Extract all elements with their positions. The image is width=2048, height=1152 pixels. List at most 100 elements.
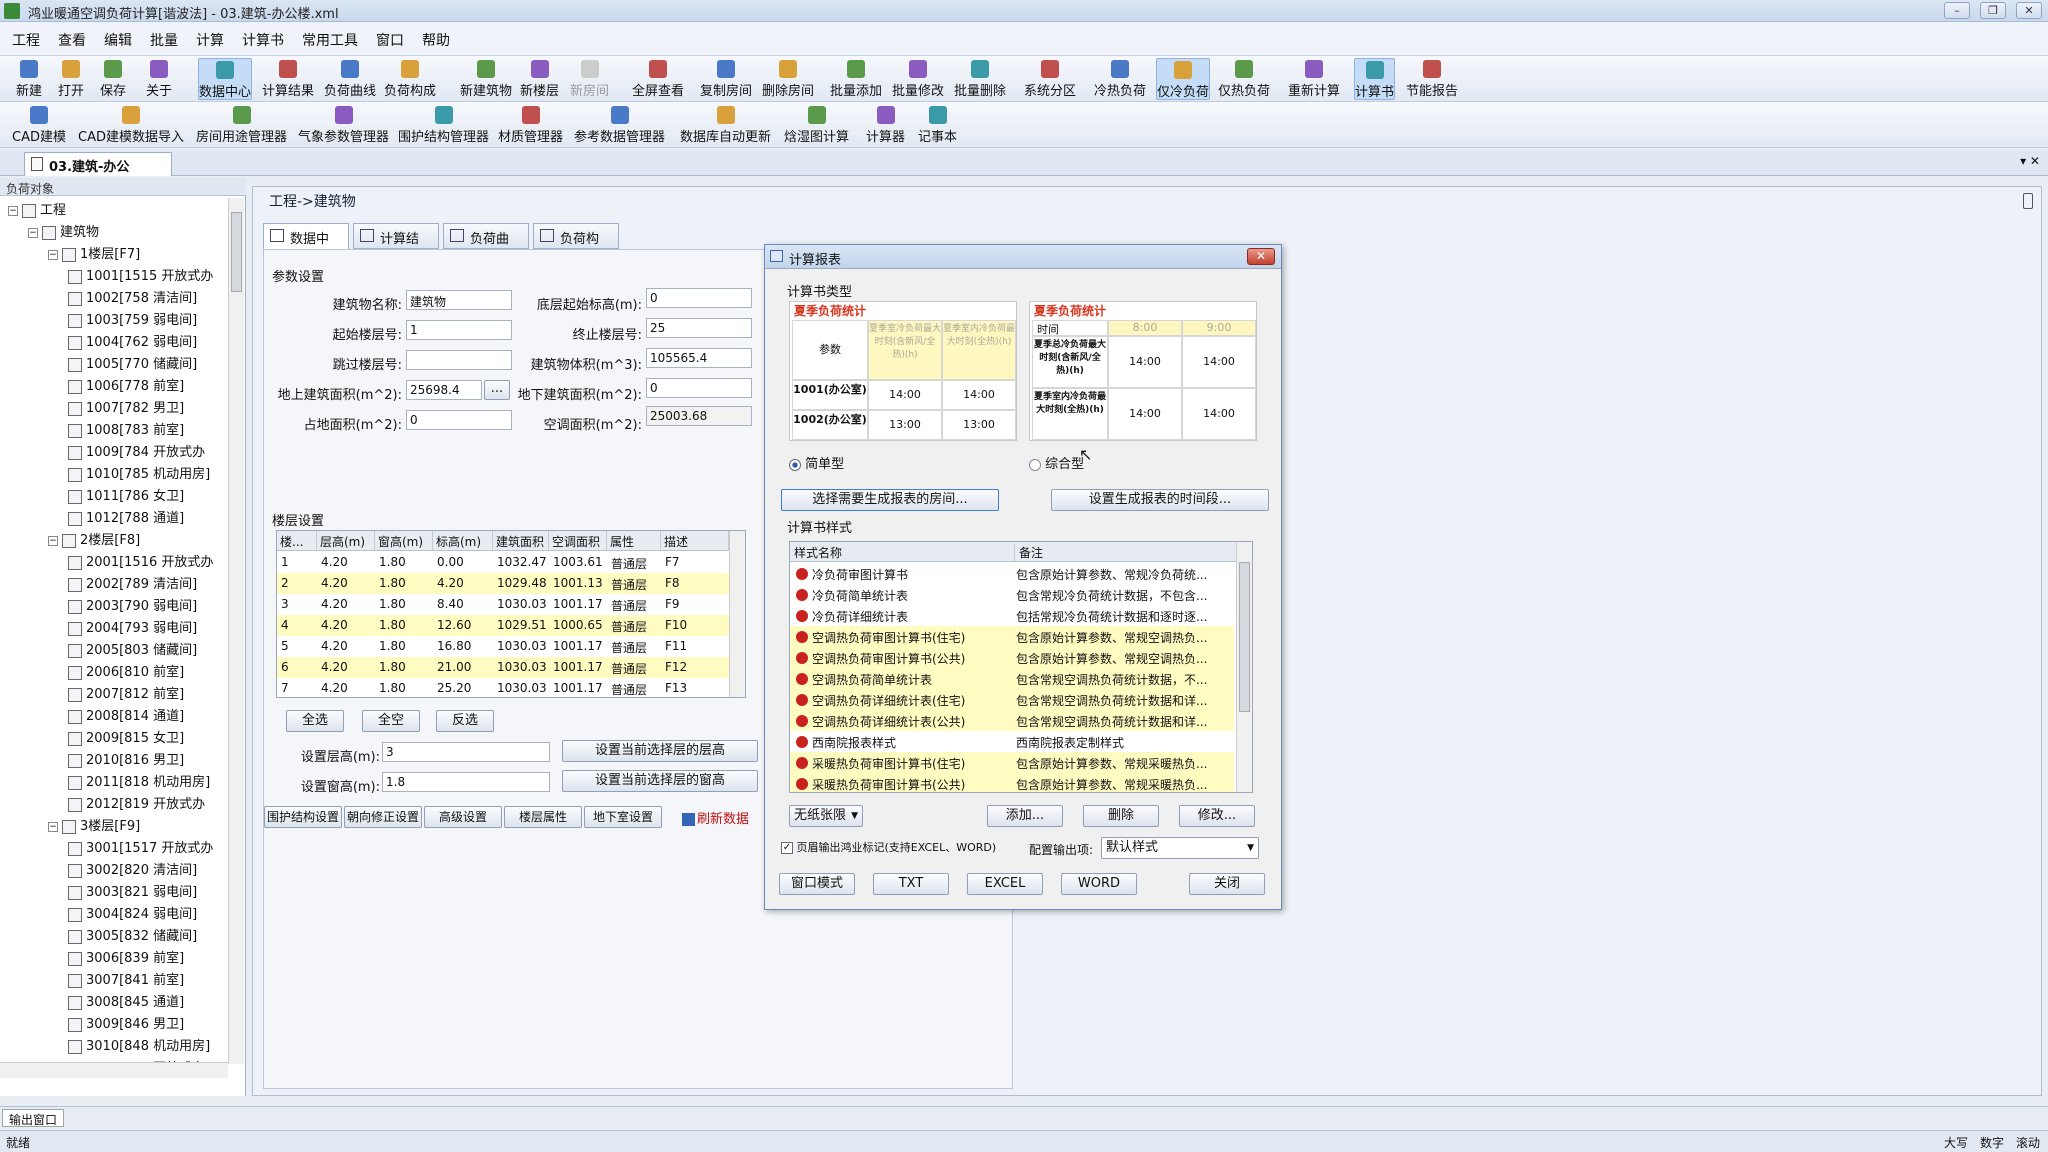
export-word-button[interactable]: WORD <box>1061 873 1137 895</box>
collapse-icon[interactable]: − <box>48 249 58 260</box>
select-all-button[interactable]: 全选 <box>286 710 344 732</box>
floor-row[interactable]: 4 4.20 1.80 12.60 1029.51 1000.65 普通层 F10 <box>277 615 729 636</box>
toolbar2-button-2[interactable]: 房间用途管理器 <box>196 104 287 146</box>
dialog-close-text-button[interactable]: 关闭 <box>1189 873 1265 895</box>
simple-type-radio[interactable]: 简单型 <box>789 453 844 472</box>
tree-node[interactable]: 1001[1515 开放式办 <box>68 266 213 288</box>
tree-node[interactable]: 3005[832 储藏间] <box>68 926 197 948</box>
tree-node[interactable]: −2楼层[F8] <box>48 530 140 552</box>
end-floor-input[interactable]: 25 <box>646 318 752 338</box>
toolbar2-button-4[interactable]: 围护结构管理器 <box>398 104 489 146</box>
select-rooms-button[interactable]: 选择需要生成报表的房间... <box>781 489 999 511</box>
style-row[interactable]: 西南院报表样式 西南院报表定制样式 <box>790 731 1234 752</box>
toolbar2-button-8[interactable]: 焓湿图计算 <box>784 104 849 146</box>
bottom-button-1[interactable]: 朝向修正设置 <box>344 806 422 828</box>
menu-item-3[interactable]: 批量 <box>150 30 178 50</box>
floor-row[interactable]: 5 4.20 1.80 16.80 1030.03 1001.17 普通层 F11 <box>277 636 729 657</box>
floor-col-header[interactable]: 层高(m) <box>317 531 375 551</box>
tree-node[interactable]: 1012[788 通道] <box>68 508 184 530</box>
export-excel-button[interactable]: EXCEL <box>967 873 1043 895</box>
base-elevation-input[interactable]: 0 <box>646 288 752 308</box>
tab-load-composition[interactable]: 负荷构成 <box>533 223 619 266</box>
collapse-icon[interactable]: − <box>48 821 58 832</box>
tree-node[interactable]: 1008[783 前室] <box>68 420 184 442</box>
refresh-data-button[interactable]: 刷新数据 <box>682 808 749 827</box>
floor-row[interactable]: 1 4.20 1.80 0.00 1032.47 1003.61 普通层 F7 <box>277 552 729 573</box>
minimize-button[interactable]: – <box>1944 2 1970 19</box>
toolbar2-button-9[interactable]: 计算器 <box>866 104 905 146</box>
toolbar1-button-5[interactable]: 计算结果 <box>262 58 314 100</box>
toolbar2-button-7[interactable]: 数据库自动更新 <box>680 104 771 146</box>
config-select[interactable]: 默认样式 ▼ <box>1101 837 1259 859</box>
toolbar1-button-9[interactable]: 新楼层 <box>520 58 559 100</box>
floor-table-scrollbar[interactable] <box>729 531 745 697</box>
tree-node[interactable]: 2002[789 清洁间] <box>68 574 197 596</box>
style-list-scrollbar[interactable] <box>1236 542 1252 792</box>
tree-node[interactable]: 2009[815 女卫] <box>68 728 184 750</box>
menu-item-7[interactable]: 窗口 <box>376 30 404 50</box>
toolbar1-button-13[interactable]: 删除房间 <box>762 58 814 100</box>
toolbar2-button-3[interactable]: 气象参数管理器 <box>298 104 389 146</box>
modify-style-button[interactable]: 修改... <box>1179 805 1255 827</box>
toolbar1-button-8[interactable]: 新建筑物 <box>460 58 512 100</box>
tree-node[interactable]: 1010[785 机动用房] <box>68 464 210 486</box>
floor-col-header[interactable]: 属性 <box>607 531 661 551</box>
above-area-input[interactable]: 25698.4 <box>406 380 482 400</box>
tree-node[interactable]: 2010[816 男卫] <box>68 750 184 772</box>
export-txt-button[interactable]: TXT <box>873 873 949 895</box>
style-row[interactable]: 空调热负荷审图计算书(公共) 包含原始计算参数、常规空调热负... <box>790 647 1234 668</box>
tree-node[interactable]: 3008[845 通道] <box>68 992 184 1014</box>
tree-node[interactable]: 2007[812 前室] <box>68 684 184 706</box>
close-window-button[interactable]: ✕ <box>2016 2 2042 19</box>
style-row[interactable]: 冷负荷详细统计表 包括常规冷负荷统计数据和逐时逐... <box>790 605 1234 626</box>
toolbar2-button-6[interactable]: 参考数据管理器 <box>574 104 665 146</box>
floor-col-header[interactable]: 窗高(m) <box>375 531 433 551</box>
apply-window-button[interactable]: 设置当前选择层的窗高 <box>562 770 758 792</box>
toolbar1-button-18[interactable]: 冷热负荷 <box>1094 58 1146 100</box>
delete-style-button[interactable]: 删除 <box>1083 805 1159 827</box>
tree-node[interactable]: − 建筑物 <box>28 222 99 244</box>
tree-node[interactable]: 1002[758 清洁间] <box>68 288 197 310</box>
floor-row[interactable]: 7 4.20 1.80 25.20 1030.03 1001.17 普通层 F13 <box>277 678 729 699</box>
start-floor-input[interactable]: 1 <box>406 320 512 340</box>
tree-node[interactable]: −3楼层[F9] <box>48 816 140 838</box>
style-row[interactable]: 空调热负荷审图计算书(住宅) 包含原始计算参数、常规空调热负... <box>790 626 1234 647</box>
toolbar1-button-22[interactable]: 计算书 <box>1354 58 1396 100</box>
menu-item-6[interactable]: 常用工具 <box>302 30 358 50</box>
set-height-input[interactable]: 3 <box>382 742 550 762</box>
style-row[interactable]: 空调热负荷简单统计表 包含常规空调热负荷统计数据，不... <box>790 668 1234 689</box>
bottom-button-3[interactable]: 楼层属性 <box>504 806 582 828</box>
pin-icon[interactable] <box>2023 193 2033 209</box>
tree-node[interactable]: 3001[1517 开放式办 <box>68 838 213 860</box>
tab-load-curve[interactable]: 负荷曲线 <box>443 223 529 266</box>
tree-node[interactable]: 2012[819 开放式办 <box>68 794 205 816</box>
bottom-button-2[interactable]: 高级设置 <box>424 806 502 828</box>
toolbar1-button-10[interactable]: 新房间 <box>570 58 609 100</box>
toolbar1-button-2[interactable]: 保存 <box>100 58 126 100</box>
bottom-button-0[interactable]: 围护结构设置 <box>264 806 342 828</box>
toolbar1-button-3[interactable]: 关于 <box>146 58 172 100</box>
tab-results[interactable]: 计算结果 <box>353 223 439 266</box>
tree-node[interactable]: 2003[790 弱电间] <box>68 596 197 618</box>
document-tab[interactable]: 03.建筑-办公楼.xml <box>24 152 172 194</box>
tree-node[interactable]: 1011[786 女卫] <box>68 486 184 508</box>
tree-node[interactable]: 2006[810 前室] <box>68 662 184 684</box>
tree-node[interactable]: 1004[762 弱电间] <box>68 332 197 354</box>
menu-item-5[interactable]: 计算书 <box>242 30 284 50</box>
tree-node[interactable]: 2005[803 储藏间] <box>68 640 197 662</box>
toolbar2-button-0[interactable]: CAD建模 <box>12 104 66 146</box>
apply-height-button[interactable]: 设置当前选择层的层高 <box>562 740 758 762</box>
toolbar2-button-1[interactable]: CAD建模数据导入 <box>78 104 184 146</box>
toolbar1-button-19[interactable]: 仅冷负荷 <box>1156 58 1211 100</box>
floor-row[interactable]: 6 4.20 1.80 21.00 1030.03 1001.17 普通层 F12 <box>277 657 729 678</box>
style-row[interactable]: 冷负荷简单统计表 包含常规冷负荷统计数据，不包含... <box>790 584 1234 605</box>
maximize-button[interactable]: ❐ <box>1980 2 2006 19</box>
menu-item-2[interactable]: 编辑 <box>104 30 132 50</box>
tree-vertical-scrollbar[interactable] <box>228 198 244 1064</box>
style-row[interactable]: 采暖热负荷审图计算书(住宅) 包含原始计算参数、常规采暖热负... <box>790 752 1234 773</box>
toolbar1-button-4[interactable]: 数据中心 <box>198 58 253 100</box>
close-tab-icon[interactable]: ▾ ✕ <box>2020 154 2040 168</box>
invert-selection-button[interactable]: 反选 <box>436 710 494 732</box>
tree-node[interactable]: 2004[793 弱电间] <box>68 618 197 640</box>
set-window-input[interactable]: 1.8 <box>382 772 550 792</box>
